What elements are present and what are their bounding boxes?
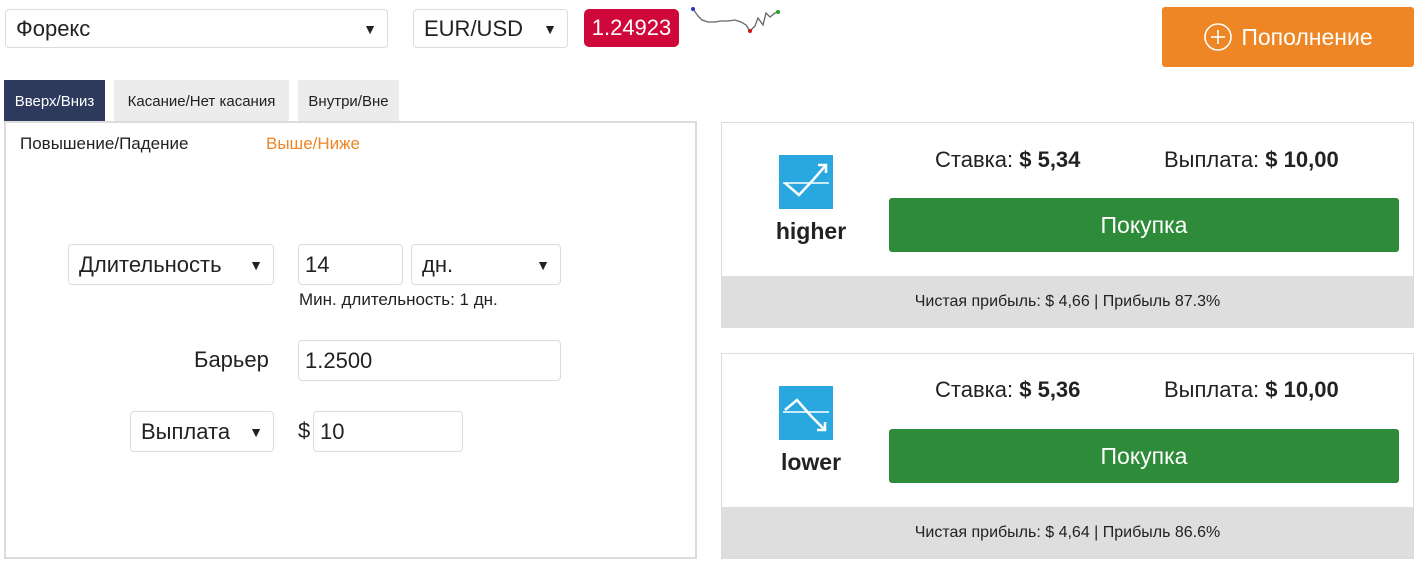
tab-label: Вверх/Вниз (14, 92, 95, 110)
profit-summary-text: Чистая прибыль: $ 4,64 | Прибыль 86.6% (914, 523, 1221, 541)
payout-info: Выплата: $ 10,00 (1164, 147, 1339, 173)
tab-touch-no-touch[interactable]: Касание/Нет касания (114, 80, 289, 122)
profit-summary: Чистая прибыль: $ 4,64 | Прибыль 86.6% (722, 507, 1413, 558)
duration-input[interactable]: 14 (298, 244, 403, 285)
stake-info: Ставка: $ 5,34 (935, 147, 1080, 173)
payout-amount: $ 10,00 (1265, 377, 1339, 402)
chevron-down-icon: ▼ (249, 423, 263, 440)
trend-down-icon (779, 386, 833, 440)
trend-up-icon (779, 155, 833, 209)
market-select-label: Форекс (16, 15, 91, 41)
stake-value: $ 5,36 (1019, 377, 1081, 402)
tab-label: Касание/Нет касания (127, 92, 276, 110)
chevron-down-icon: ▼ (543, 20, 557, 37)
chevron-down-icon: ▼ (363, 20, 377, 37)
duration-type-select[interactable]: Длительность ▼ (68, 244, 274, 285)
subtab-label: Выше/Ниже (266, 134, 360, 153)
price-sparkline (691, 7, 780, 33)
payout-type-label: Выплата (141, 418, 231, 444)
subtab-label: Повышение/Падение (20, 134, 189, 153)
deposit-button-label: Пополнение (1241, 23, 1373, 50)
buy-button-label: Покупка (1100, 211, 1188, 238)
direction-label: lower (780, 449, 842, 475)
payout-type-select[interactable]: Выплата ▼ (130, 411, 274, 452)
barrier-value: 1.2500 (305, 347, 373, 373)
payout-amount: $ 10,00 (1265, 147, 1339, 172)
duration-unit-select[interactable]: дн. ▼ (411, 244, 561, 285)
duration-value: 14 (305, 251, 330, 277)
currency-symbol: $ (298, 418, 311, 443)
payout-input[interactable]: 10 (313, 411, 463, 452)
chevron-down-icon: ▼ (536, 256, 550, 273)
duration-type-label: Длительность (79, 251, 222, 277)
contract-card-higher: higher Ставка: $ 5,34 Выплата: $ 10,00 П… (721, 122, 1414, 328)
price-value: 1.24923 (591, 15, 672, 40)
plus-circle-icon (1204, 23, 1233, 51)
tab-in-out[interactable]: Внутри/Вне (298, 80, 399, 122)
min-duration-note: Мин. длительность: 1 дн. (299, 290, 498, 309)
stake-label: Ставка: (935, 147, 1014, 172)
price-badge: 1.24923 (584, 9, 679, 47)
subtab-higher-lower[interactable]: Выше/Ниже (266, 134, 360, 154)
stake-label: Ставка: (935, 377, 1014, 402)
barrier-label: Барьер (194, 347, 269, 372)
payout-label: Выплата: (1164, 377, 1260, 402)
payout-label: Выплата: (1164, 147, 1260, 172)
tab-up-down[interactable]: Вверх/Вниз (4, 80, 105, 122)
barrier-input[interactable]: 1.2500 (298, 340, 561, 381)
stake-value: $ 5,34 (1019, 147, 1081, 172)
pair-select[interactable]: EUR/USD ▼ (413, 9, 568, 48)
profit-summary: Чистая прибыль: $ 4,66 | Прибыль 87.3% (722, 276, 1413, 327)
buy-button-label: Покупка (1100, 442, 1188, 469)
direction-label: higher (775, 218, 847, 244)
payout-value: 10 (320, 418, 345, 444)
subtab-rise-fall[interactable]: Повышение/Падение (20, 134, 188, 154)
tab-label: Внутри/Вне (308, 92, 389, 110)
contract-card-lower: lower Ставка: $ 5,36 Выплата: $ 10,00 По… (721, 353, 1414, 559)
buy-lower-button[interactable]: Покупка (889, 429, 1399, 483)
deposit-button[interactable]: Пополнение (1162, 7, 1414, 67)
buy-higher-button[interactable]: Покупка (889, 198, 1399, 252)
profit-summary-text: Чистая прибыль: $ 4,66 | Прибыль 87.3% (914, 292, 1221, 310)
stake-info: Ставка: $ 5,36 (935, 377, 1080, 403)
market-select[interactable]: Форекс ▼ (5, 9, 388, 48)
pair-select-label: EUR/USD (424, 15, 524, 41)
chevron-down-icon: ▼ (249, 256, 263, 273)
duration-unit-label: дн. (422, 251, 454, 277)
payout-info: Выплата: $ 10,00 (1164, 377, 1339, 403)
